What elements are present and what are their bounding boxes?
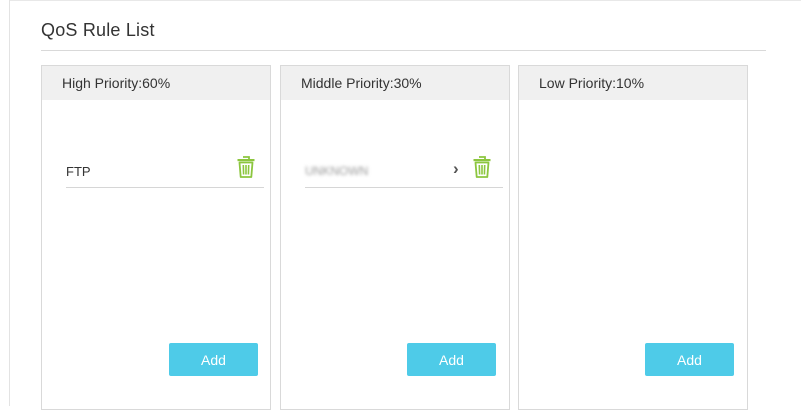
page-title: QoS Rule List bbox=[41, 20, 155, 41]
panel-header-high: High Priority:60% bbox=[42, 66, 270, 100]
trash-icon[interactable] bbox=[472, 155, 492, 179]
add-button-low[interactable]: Add bbox=[645, 343, 734, 376]
panel-header-middle: Middle Priority:30% bbox=[281, 66, 509, 100]
chevron-right-icon[interactable]: › bbox=[453, 159, 459, 179]
frame-left-border bbox=[9, 0, 10, 406]
add-button-high[interactable]: Add bbox=[169, 343, 258, 376]
title-divider bbox=[41, 50, 766, 51]
frame-top-border bbox=[9, 0, 801, 1]
rule-row[interactable]: UNKNOWN › bbox=[305, 154, 503, 188]
rule-row[interactable]: FTP bbox=[66, 154, 264, 188]
panel-header-low: Low Priority:10% bbox=[519, 66, 747, 100]
panel-middle-priority: Middle Priority:30% UNKNOWN › Add bbox=[280, 65, 510, 410]
rule-name: FTP bbox=[66, 164, 91, 179]
rule-name: UNKNOWN bbox=[305, 164, 368, 178]
add-button-middle[interactable]: Add bbox=[407, 343, 496, 376]
panel-high-priority: High Priority:60% FTP Add bbox=[41, 65, 271, 410]
trash-icon[interactable] bbox=[236, 155, 256, 179]
panel-low-priority: Low Priority:10% Add bbox=[518, 65, 748, 410]
